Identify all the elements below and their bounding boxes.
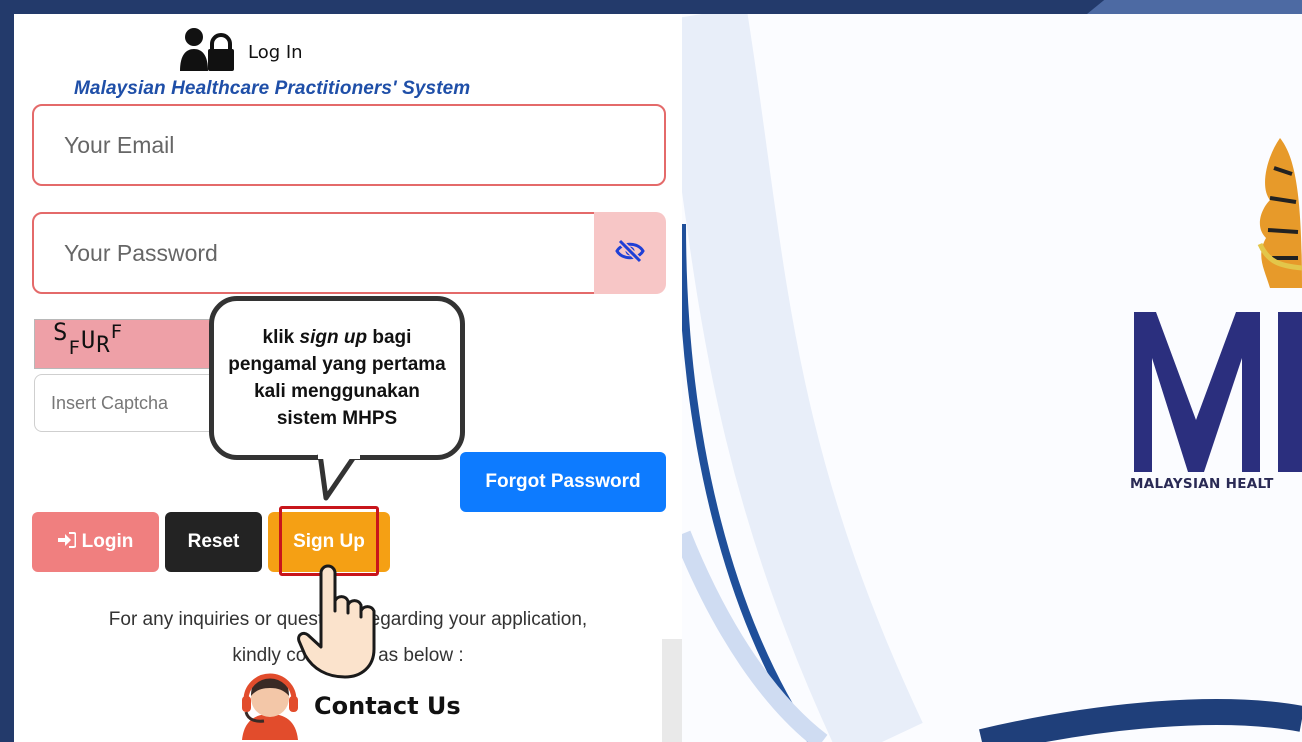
page-title: Log In	[248, 41, 303, 63]
callout-line-start: klik	[262, 327, 300, 348]
forgot-password-button[interactable]: Forgot Password	[460, 452, 666, 512]
captcha-char-3: U	[80, 326, 97, 354]
reset-button[interactable]: Reset	[165, 512, 262, 572]
captcha-char-2: F	[68, 337, 81, 359]
login-header: Log In	[180, 26, 303, 72]
contact-us-link[interactable]: Contact Us	[234, 670, 461, 742]
eye-slash-icon	[615, 238, 645, 268]
logo-caption: MALAYSIAN HEALT	[1130, 476, 1274, 492]
captcha-text: SFURF	[53, 318, 124, 359]
callout-text: klik sign up bagi pengamal yang pertama …	[222, 324, 452, 432]
captcha-image: SFURF	[34, 318, 224, 369]
top-frame-accent	[1087, 0, 1302, 14]
system-name: Malaysian Healthcare Practitioners' Syst…	[74, 78, 471, 99]
email-field[interactable]: Your Email	[32, 104, 666, 186]
captcha-input[interactable]: Insert Captcha	[34, 374, 234, 432]
login-panel: Log In Malaysian Healthcare Practitioner…	[14, 14, 682, 742]
callout-emphasis: sign up	[299, 327, 368, 348]
login-button-label: Login	[81, 531, 134, 552]
captcha-char-5: F	[110, 321, 124, 343]
coat-of-arms-icon	[1257, 138, 1302, 288]
top-frame	[0, 0, 1302, 14]
scrollbar[interactable]	[662, 639, 682, 742]
pointing-hand-icon	[297, 564, 376, 679]
captcha-char-1: S	[53, 318, 69, 346]
headset-agent-icon	[234, 668, 306, 742]
user-lock-icon	[180, 27, 238, 71]
callout-rest: pengamal yang pertama kali menggunakan s…	[228, 354, 446, 429]
password-field[interactable]: Your Password	[32, 212, 596, 294]
sign-in-icon	[57, 531, 77, 553]
mhps-logo	[1134, 312, 1302, 472]
toggle-password-button[interactable]	[594, 212, 666, 294]
callout-line-end: bagi	[367, 327, 412, 348]
branding-panel: MALAYSIAN HEALT	[682, 14, 1302, 742]
login-button[interactable]: Login	[32, 512, 159, 572]
contact-us-label: Contact Us	[314, 692, 461, 720]
instruction-callout: klik sign up bagi pengamal yang pertama …	[209, 296, 465, 460]
callout-tail	[317, 454, 360, 501]
captcha-char-4: R	[96, 333, 111, 358]
